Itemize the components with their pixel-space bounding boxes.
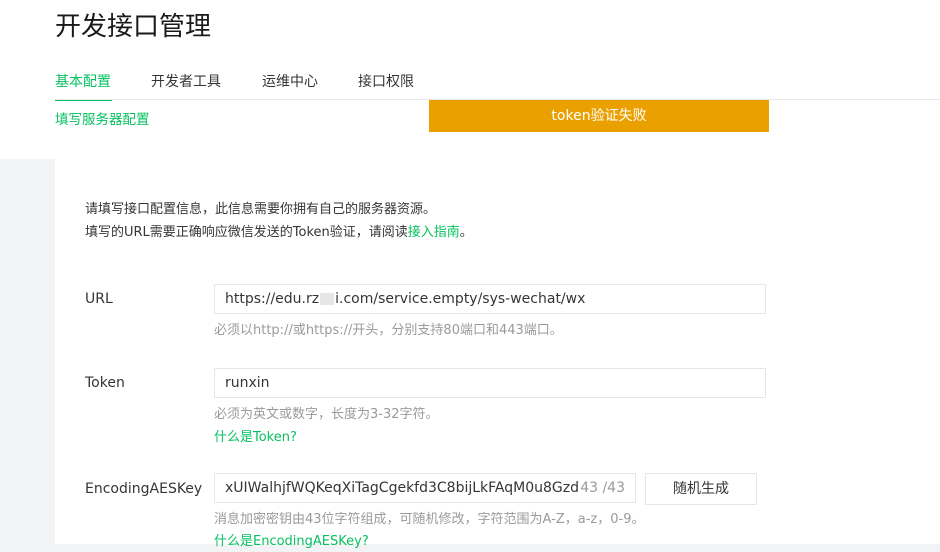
aes-key-hint: 消息加密密钥由43位字符组成，可随机修改，字符范围为A-Z，a-z，0-9。 — [214, 512, 645, 527]
random-generate-button[interactable]: 随机生成 — [645, 473, 757, 505]
url-input[interactable]: https://edu.rz i.com/service.empty/sys-we… — [214, 284, 766, 314]
tab-developer-tools[interactable]: 开发者工具 — [151, 70, 221, 94]
error-toast: token验证失败 — [429, 100, 769, 132]
server-config-link[interactable]: 填写服务器配置 — [55, 110, 150, 130]
redacted-mask — [320, 293, 335, 305]
description-line-2-end: 。 — [459, 225, 473, 240]
aes-key-value: xUIWalhjfWQKeqXiTagCgekfd3C8bijLkFAqM0u8… — [225, 480, 579, 496]
description-line-2-text: 填写的URL需要正确响应微信发送的Token验证，请阅读 — [85, 225, 408, 240]
token-input[interactable]: runxin — [214, 368, 766, 398]
what-is-aes-key-link[interactable]: 什么是EncodingAESKey? — [214, 532, 369, 552]
aes-key-counter: 43 /43 — [580, 480, 625, 496]
description-line-1: 请填写接口配置信息，此信息需要你拥有自己的服务器资源。 — [85, 202, 437, 217]
tab-basic-config[interactable]: 基本配置 — [55, 70, 111, 94]
access-guide-link[interactable]: 接入指南 — [408, 225, 460, 240]
url-value-end: i.com/service.empty/sys-wechat/wx — [335, 291, 586, 307]
top-header: 开发接口管理 基本配置 开发者工具 运维中心 接口权限 填写服务器配置 toke… — [0, 0, 940, 159]
description-line-2: 填写的URL需要正确响应微信发送的Token验证，请阅读接入指南。 — [85, 223, 473, 243]
tab-ops-center[interactable]: 运维中心 — [262, 70, 318, 94]
url-hint: 必须以http://或https://开头，分别支持80端口和443端口。 — [214, 323, 563, 338]
aes-key-label: EncodingAESKey — [85, 481, 203, 497]
what-is-token-link[interactable]: 什么是Token? — [214, 428, 297, 448]
tab-api-permissions[interactable]: 接口权限 — [358, 70, 414, 94]
token-label: Token — [85, 375, 125, 391]
url-value-start: https://edu.rz — [225, 291, 320, 307]
page-title: 开发接口管理 — [55, 12, 212, 42]
url-label: URL — [85, 291, 113, 307]
aes-key-input[interactable]: xUIWalhjfWQKeqXiTagCgekfd3C8bijLkFAqM0u8… — [214, 473, 636, 503]
config-form-panel: 请填写接口配置信息，此信息需要你拥有自己的服务器资源。 填写的URL需要正确响应… — [55, 159, 940, 549]
token-hint: 必须为英文或数字，长度为3-32字符。 — [214, 407, 439, 422]
